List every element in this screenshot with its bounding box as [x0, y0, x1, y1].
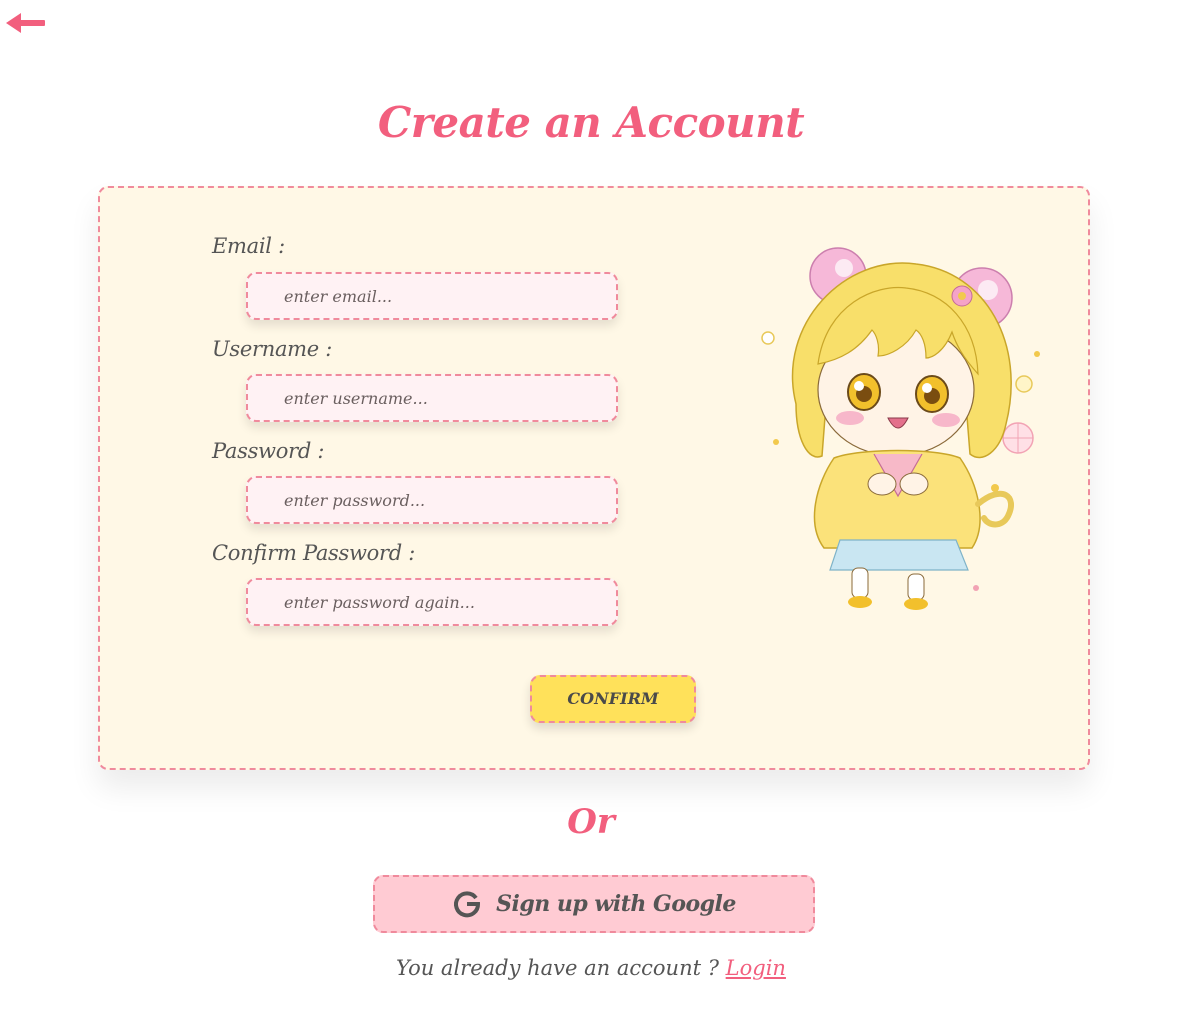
google-signup-label: Sign up with Google: [496, 891, 736, 917]
password-label: Password :: [212, 439, 325, 463]
chibi-girl-illustration: [761, 247, 1040, 610]
email-input[interactable]: [246, 272, 618, 320]
confirm-button[interactable]: CONFIRM: [530, 675, 696, 723]
email-label: Email :: [212, 234, 285, 258]
login-prompt-text: You already have an account ?: [396, 956, 726, 980]
arrow-left-icon: [6, 13, 45, 33]
signup-card: Email : Username : Password : Confirm Pa…: [98, 186, 1090, 770]
page-title: Create an Account: [377, 98, 805, 147]
or-divider: Or: [567, 802, 615, 842]
password-input[interactable]: [246, 476, 618, 524]
signup-page: Create an Account Email : Username : Pas…: [0, 0, 1182, 1023]
google-g-icon: [454, 891, 481, 918]
login-link[interactable]: Login: [726, 956, 786, 980]
google-signup-button[interactable]: Sign up with Google: [373, 875, 815, 933]
username-input[interactable]: [246, 374, 618, 422]
confirm-password-label: Confirm Password :: [212, 541, 416, 565]
back-button[interactable]: [6, 12, 46, 34]
username-label: Username :: [212, 337, 333, 361]
confirm-password-input[interactable]: [246, 578, 618, 626]
login-prompt: You already have an account ? Login: [0, 956, 1182, 980]
